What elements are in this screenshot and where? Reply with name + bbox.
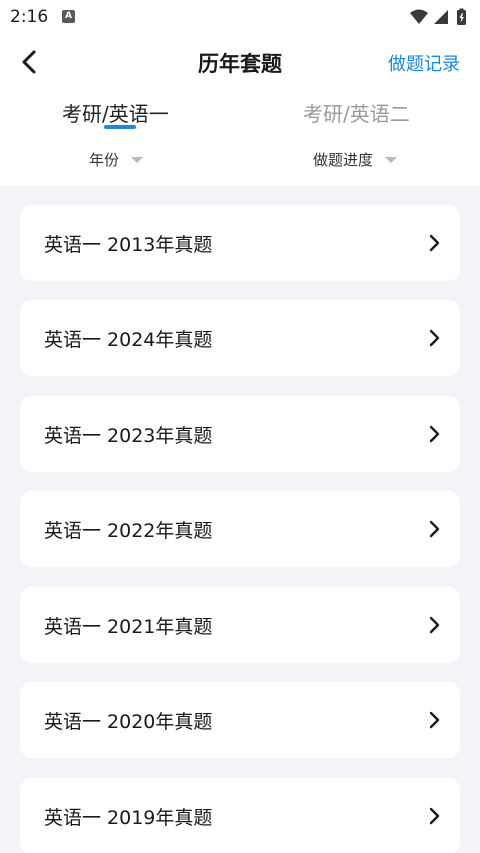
practice-record-link[interactable]: 做题记录 xyxy=(388,50,460,76)
chevron-right-icon xyxy=(429,329,440,347)
year-filter-label: 年份 xyxy=(89,151,120,169)
caret-down-icon xyxy=(131,156,144,163)
signal-icon xyxy=(434,10,448,24)
list-item-label: 英语一 2020年真题 xyxy=(44,711,213,733)
chevron-right-icon xyxy=(429,425,440,443)
exam-list: 英语一 2013年真题 英语一 2024年真题 英语一 2023年真题 英语一 … xyxy=(0,186,480,853)
chevron-right-icon xyxy=(429,520,440,538)
filter-bar: 年份 做题进度 xyxy=(0,138,480,184)
year-filter[interactable]: 年份 xyxy=(89,149,144,170)
progress-filter-label: 做题进度 xyxy=(313,151,374,169)
chevron-right-icon xyxy=(429,616,440,634)
caret-down-icon xyxy=(385,156,398,163)
active-tab-indicator xyxy=(104,125,136,129)
list-item[interactable]: 英语一 2022年真题 xyxy=(20,491,460,567)
list-item[interactable]: 英语一 2023年真题 xyxy=(20,396,460,472)
tab-english-two[interactable]: 考研/英语二 xyxy=(303,98,410,127)
chevron-right-icon xyxy=(429,807,440,825)
status-bar: 2:16 A xyxy=(0,0,480,34)
nav-bar: 历年套题 做题记录 xyxy=(0,34,480,90)
progress-filter[interactable]: 做题进度 xyxy=(313,149,398,170)
list-item-label: 英语一 2024年真题 xyxy=(44,329,213,351)
battery-icon xyxy=(457,8,466,25)
status-time: 2:16 xyxy=(10,7,49,27)
list-item-label: 英语一 2013年真题 xyxy=(44,234,213,256)
list-item[interactable]: 英语一 2021年真题 xyxy=(20,587,460,663)
status-icons xyxy=(408,8,472,26)
notification-a-icon: A xyxy=(62,10,75,23)
list-item-label: 英语一 2021年真题 xyxy=(44,616,213,638)
chevron-right-icon xyxy=(429,234,440,252)
chevron-right-icon xyxy=(429,711,440,729)
list-item[interactable]: 英语一 2013年真题 xyxy=(20,205,460,281)
list-item[interactable]: 英语一 2020年真题 xyxy=(20,682,460,758)
back-button[interactable] xyxy=(14,46,46,78)
chevron-left-icon xyxy=(22,50,36,74)
tab-english-one[interactable]: 考研/英语一 xyxy=(62,98,169,127)
exam-tabs: 考研/英语一 考研/英语二 xyxy=(0,90,480,136)
list-item-label: 英语一 2022年真题 xyxy=(44,520,213,542)
list-item-label: 英语一 2019年真题 xyxy=(44,807,213,829)
list-item[interactable]: 英语一 2024年真题 xyxy=(20,300,460,376)
list-item-label: 英语一 2023年真题 xyxy=(44,425,213,447)
wifi-icon xyxy=(410,9,428,24)
list-item[interactable]: 英语一 2019年真题 xyxy=(20,778,460,853)
